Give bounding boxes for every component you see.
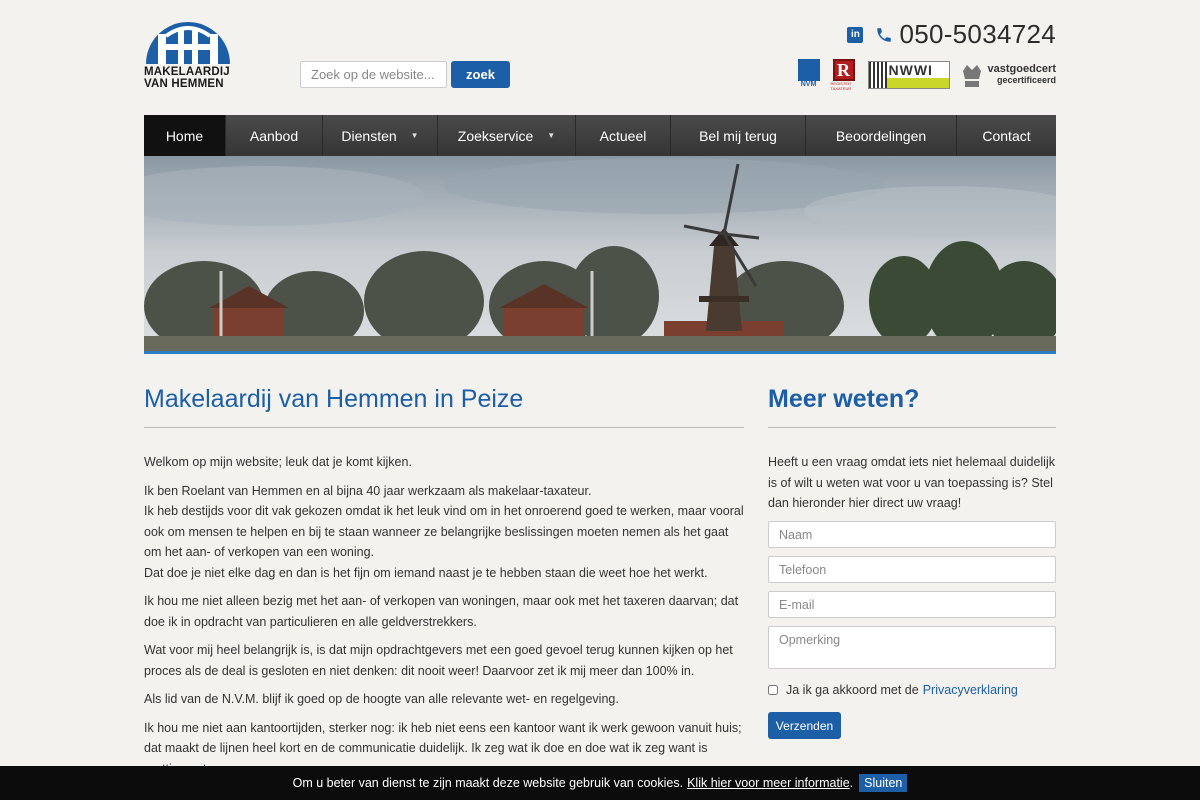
phone-field[interactable] (768, 556, 1056, 583)
phone-icon (877, 27, 892, 42)
remark-field[interactable] (768, 626, 1056, 669)
header-contact: in 050-5034724 (847, 19, 1056, 50)
nav-actueel[interactable]: Actueel (576, 115, 671, 156)
email-field[interactable] (768, 591, 1056, 618)
intro-text: Welkom op mijn website; leuk dat je komt… (144, 452, 744, 787)
paragraph: Ik ben Roelant van Hemmen en al bijna 40… (144, 483, 744, 580)
name-field[interactable] (768, 521, 1056, 548)
register-taxateur-logo[interactable]: R REGISTER TAXATEUR (831, 59, 857, 91)
hero-banner (144, 156, 1056, 354)
sidebar-intro: Heeft u een vraag omdat iets niet helema… (768, 455, 1055, 510)
paragraph: Als lid van de N.V.M. blijf ik goed op d… (144, 692, 619, 706)
nav-zoekservice[interactable]: Zoekservice ▼ (438, 115, 576, 156)
paragraph: Ik hou me niet alleen bezig met het aan-… (144, 594, 739, 629)
nav-beoordelingen[interactable]: Beoordelingen (806, 115, 957, 156)
cookie-close-button[interactable]: Sluiten (859, 774, 908, 792)
nav-aanbod[interactable]: Aanbod (226, 115, 323, 156)
page-title: Makelaardij van Hemmen in Peize (144, 385, 744, 428)
nav-bel-mij-terug[interactable]: Bel mij terug (671, 115, 806, 156)
contact-form: Ja ik ga akkoord met de Privacyverklarin… (768, 521, 1056, 739)
cookie-bar: Om u beter van dienst te zijn maakt deze… (0, 766, 1200, 800)
logo-text: MAKELAARDIJ VAN HEMMEN (144, 66, 230, 90)
certification-badges: NVM R REGISTER TAXATEUR NWWI vastgoedcer… (797, 59, 1056, 91)
cookie-suffix: . (849, 776, 854, 790)
agree-label: Ja ik ga akkoord met de (786, 683, 919, 697)
paragraph: Wat voor mij heel belangrijk is, is dat … (144, 643, 733, 678)
search-input[interactable] (300, 61, 447, 88)
chevron-down-icon: ▼ (410, 131, 419, 140)
chevron-down-icon: ▼ (547, 131, 556, 140)
site-search: zoek (300, 61, 510, 88)
privacy-link[interactable]: Privacyverklaring (923, 683, 1018, 697)
privacy-checkbox[interactable] (768, 685, 778, 695)
submit-button[interactable]: Verzenden (768, 712, 841, 739)
nav-home[interactable]: Home (144, 115, 226, 156)
windmill-landscape-image (144, 156, 1056, 351)
cookie-info-link[interactable]: Klik hier voor meer informatie (687, 776, 850, 790)
cookie-text: Om u beter van dienst te zijn maakt deze… (292, 776, 684, 790)
main-nav: Home Aanbod Diensten ▼ Zoekservice ▼ Actue… (144, 115, 1056, 156)
logo-mark-icon (146, 22, 230, 64)
nwwi-logo[interactable]: NWWI (867, 60, 950, 89)
linkedin-icon[interactable]: in (847, 26, 864, 43)
phone-number[interactable]: 050-5034724 (899, 19, 1056, 50)
site-logo[interactable]: MAKELAARDIJ VAN HEMMEN (144, 22, 232, 94)
paragraph: Welkom op mijn website; leuk dat je komt… (144, 455, 412, 469)
sidebar-title: Meer weten? (768, 385, 1056, 428)
nav-contact[interactable]: Contact (957, 115, 1056, 156)
privacy-agreement: Ja ik ga akkoord met de Privacyverklarin… (768, 683, 1056, 697)
vastgoedcert-logo[interactable]: vastgoedcert gecertificeerd (961, 61, 1056, 89)
search-button[interactable]: zoek (451, 61, 510, 88)
nvm-logo[interactable]: NVM (797, 59, 820, 90)
nav-diensten[interactable]: Diensten ▼ (323, 115, 438, 156)
phone-link[interactable]: 050-5034724 (875, 19, 1056, 50)
crown-icon (962, 64, 981, 87)
